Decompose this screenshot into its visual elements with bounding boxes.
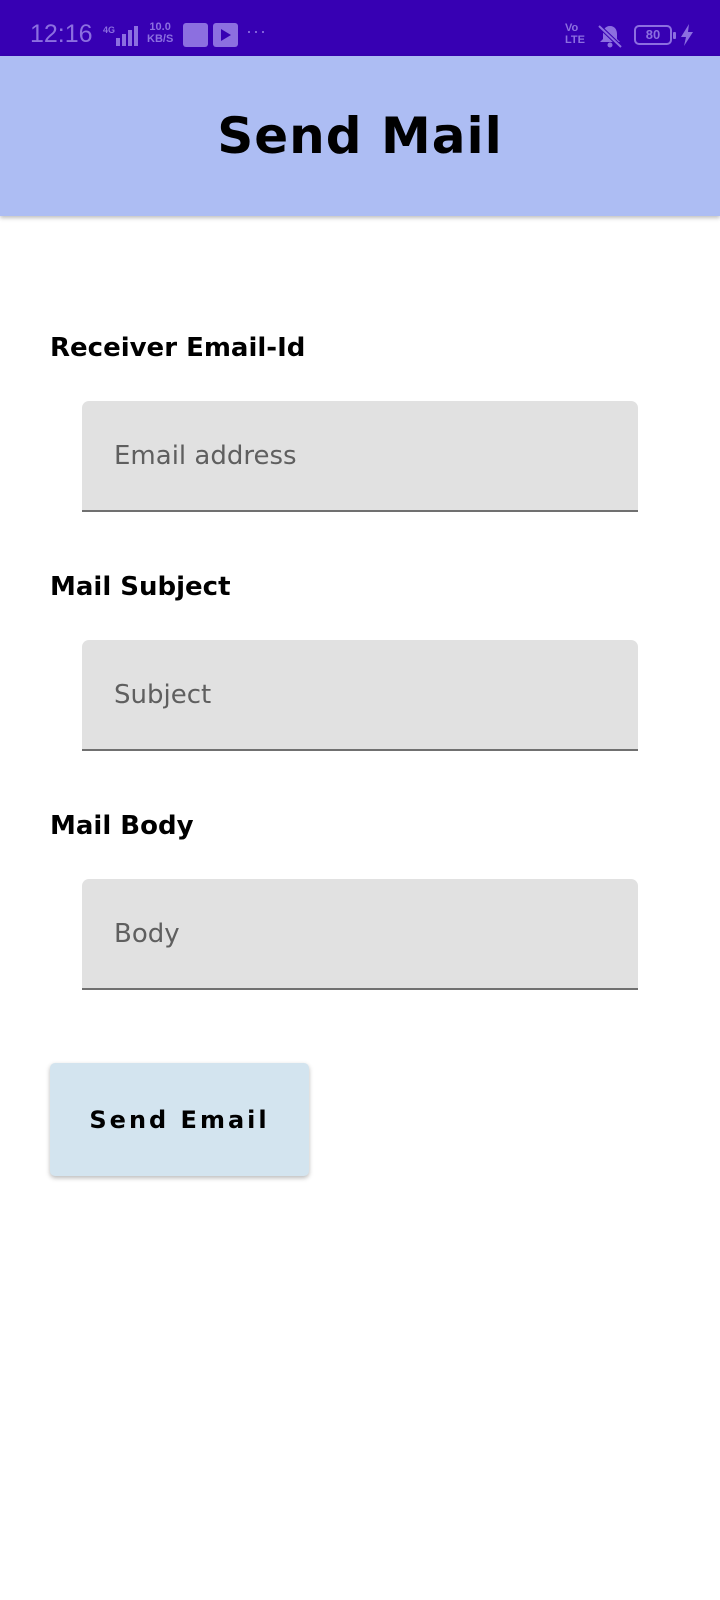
mail-body-input[interactable] (82, 879, 638, 988)
app-bar: Send Mail (0, 56, 720, 216)
mail-subject-input[interactable] (82, 640, 638, 749)
mail-body-field-container (82, 879, 638, 990)
mail-body-label: Mail Body (50, 811, 194, 841)
charging-icon (681, 24, 693, 46)
receiver-email-field-container (82, 401, 638, 512)
volte-top: Vo (565, 22, 579, 34)
page-title: Send Mail (217, 107, 503, 165)
receiver-email-input[interactable] (82, 401, 638, 510)
mail-subject-field-container (82, 640, 638, 751)
volte-bottom: LTE (565, 34, 585, 46)
send-email-button[interactable]: Send Email (50, 1063, 309, 1176)
status-bar: 12:16 4G 10.0 KB/S ··· Vo LTE 80 (0, 0, 720, 56)
mute-icon (597, 24, 623, 49)
youtube-icon (213, 23, 238, 47)
signal-icon (112, 24, 140, 46)
volte-indicator: Vo LTE (565, 22, 585, 46)
network-speed: 10.0 KB/S (147, 21, 173, 45)
mail-subject-label: Mail Subject (50, 572, 231, 602)
qr-app-icon (183, 23, 208, 47)
speed-value: 10.0 (149, 21, 171, 33)
battery-icon: 80 (634, 25, 676, 45)
status-time: 12:16 (30, 20, 93, 48)
more-notifications-icon: ··· (246, 21, 267, 41)
receiver-email-label: Receiver Email-Id (50, 333, 306, 363)
speed-unit: KB/S (147, 33, 174, 45)
